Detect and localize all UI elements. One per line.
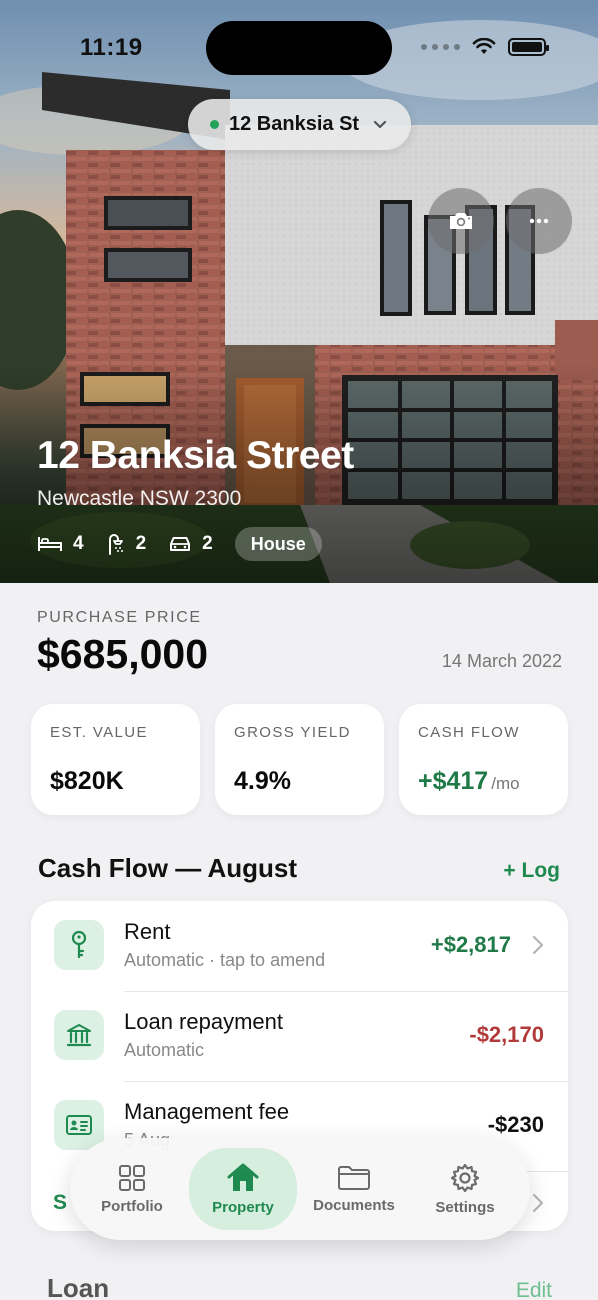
bathrooms-feature: 2 xyxy=(106,533,147,555)
more-options-button[interactable] xyxy=(506,188,572,254)
cash-flow-row-rent[interactable]: Rent Automatic · tap to amend +$2,817 xyxy=(31,901,568,991)
property-picker-label: 12 Banksia St xyxy=(229,113,360,135)
gross-yield-card[interactable]: GROSS YIELD 4.9% xyxy=(215,704,384,815)
car-spaces-count: 2 xyxy=(202,533,213,554)
tab-property[interactable]: Property xyxy=(189,1148,297,1230)
stat-label: CASH FLOW xyxy=(418,724,520,741)
tab-settings[interactable]: Settings xyxy=(411,1148,519,1230)
status-icons xyxy=(421,38,549,56)
car-spaces-feature: 2 xyxy=(168,533,213,555)
property-picker[interactable]: 12 Banksia St xyxy=(188,99,411,150)
car-icon xyxy=(170,537,191,551)
cash-flow-section-title: Cash Flow — August xyxy=(38,853,298,883)
key-icon xyxy=(54,920,104,970)
tab-label: Property xyxy=(212,1198,274,1216)
bedrooms-count: 4 xyxy=(73,533,84,554)
hero-image: 11:19 12 Banksia St 12 Banksia Street Ne… xyxy=(0,0,598,583)
property-details: PURCHASE PRICE $685,000 14 March 2022 ES… xyxy=(0,583,598,1300)
partial-row-label[interactable]: S xyxy=(53,1191,67,1215)
row-title: Management fee xyxy=(124,1099,290,1124)
tab-label: Documents xyxy=(313,1196,395,1214)
wifi-icon xyxy=(472,38,496,54)
camera-icon xyxy=(450,213,472,229)
bank-icon xyxy=(54,1010,104,1060)
status-bar: 11:19 xyxy=(0,0,598,90)
property-type-chip: House xyxy=(234,527,322,561)
cash-flow-card[interactable]: CASH FLOW +$417/mo xyxy=(399,704,568,815)
loan-section-title: Loan xyxy=(47,1273,110,1300)
row-amount: +$2,817 xyxy=(430,932,511,957)
ellipsis-icon xyxy=(529,218,549,224)
tab-label: Portfolio xyxy=(101,1197,163,1215)
property-address: Newcastle NSW 2300 xyxy=(37,487,242,510)
camera-button[interactable] xyxy=(428,188,494,254)
property-features: 4 2 2 House xyxy=(37,527,322,561)
id-card-icon xyxy=(54,1100,104,1150)
house-icon xyxy=(227,1163,259,1191)
cellular-signal-icon xyxy=(421,44,460,50)
row-subtitle: Automatic xyxy=(124,1040,205,1060)
tab-label: Settings xyxy=(435,1198,495,1216)
row-title: Rent xyxy=(124,919,171,944)
purchase-price-label: PURCHASE PRICE xyxy=(37,609,202,626)
row-subtitle: Automatic · tap to amend xyxy=(124,950,326,970)
bathrooms-count: 2 xyxy=(135,533,147,554)
active-status-dot xyxy=(210,120,219,129)
dynamic-island xyxy=(206,21,392,75)
bedrooms-feature: 4 xyxy=(37,533,84,555)
loan-edit-button[interactable]: Edit xyxy=(516,1279,552,1300)
tab-bar: Portfolio Property Documents Settings xyxy=(70,1138,530,1240)
tab-documents[interactable]: Documents xyxy=(300,1148,408,1230)
property-title: 12 Banksia Street xyxy=(37,434,354,477)
chevron-right-icon xyxy=(532,935,544,955)
stat-value: 4.9% xyxy=(234,767,291,795)
bed-icon xyxy=(38,537,62,551)
stat-label: GROSS YIELD xyxy=(234,724,351,741)
battery-icon xyxy=(508,38,549,56)
tab-portfolio[interactable]: Portfolio xyxy=(78,1148,186,1230)
chevron-right-icon xyxy=(532,1193,544,1213)
stat-label: EST. VALUE xyxy=(50,724,148,741)
stat-value-container: +$417/mo xyxy=(418,767,520,796)
status-time: 11:19 xyxy=(80,34,143,61)
stat-value: $820K xyxy=(50,767,124,795)
cash-flow-row-loan[interactable]: Loan repayment Automatic -$2,170 xyxy=(31,991,568,1081)
stat-value: +$417 xyxy=(418,767,489,795)
grid-icon xyxy=(119,1164,145,1191)
purchase-price-value: $685,000 xyxy=(37,631,209,677)
row-title: Loan repayment xyxy=(124,1009,283,1034)
gear-icon xyxy=(450,1163,480,1192)
row-amount: -$230 xyxy=(487,1112,544,1137)
stat-unit: /mo xyxy=(491,774,520,793)
shower-icon xyxy=(108,534,123,555)
log-button[interactable]: + Log xyxy=(503,859,560,883)
chevron-down-icon xyxy=(373,120,387,128)
folder-icon xyxy=(338,1165,370,1190)
row-amount: -$2,170 xyxy=(469,1022,544,1047)
est-value-card[interactable]: EST. VALUE $820K xyxy=(31,704,200,815)
purchase-date: 14 March 2022 xyxy=(441,651,562,671)
